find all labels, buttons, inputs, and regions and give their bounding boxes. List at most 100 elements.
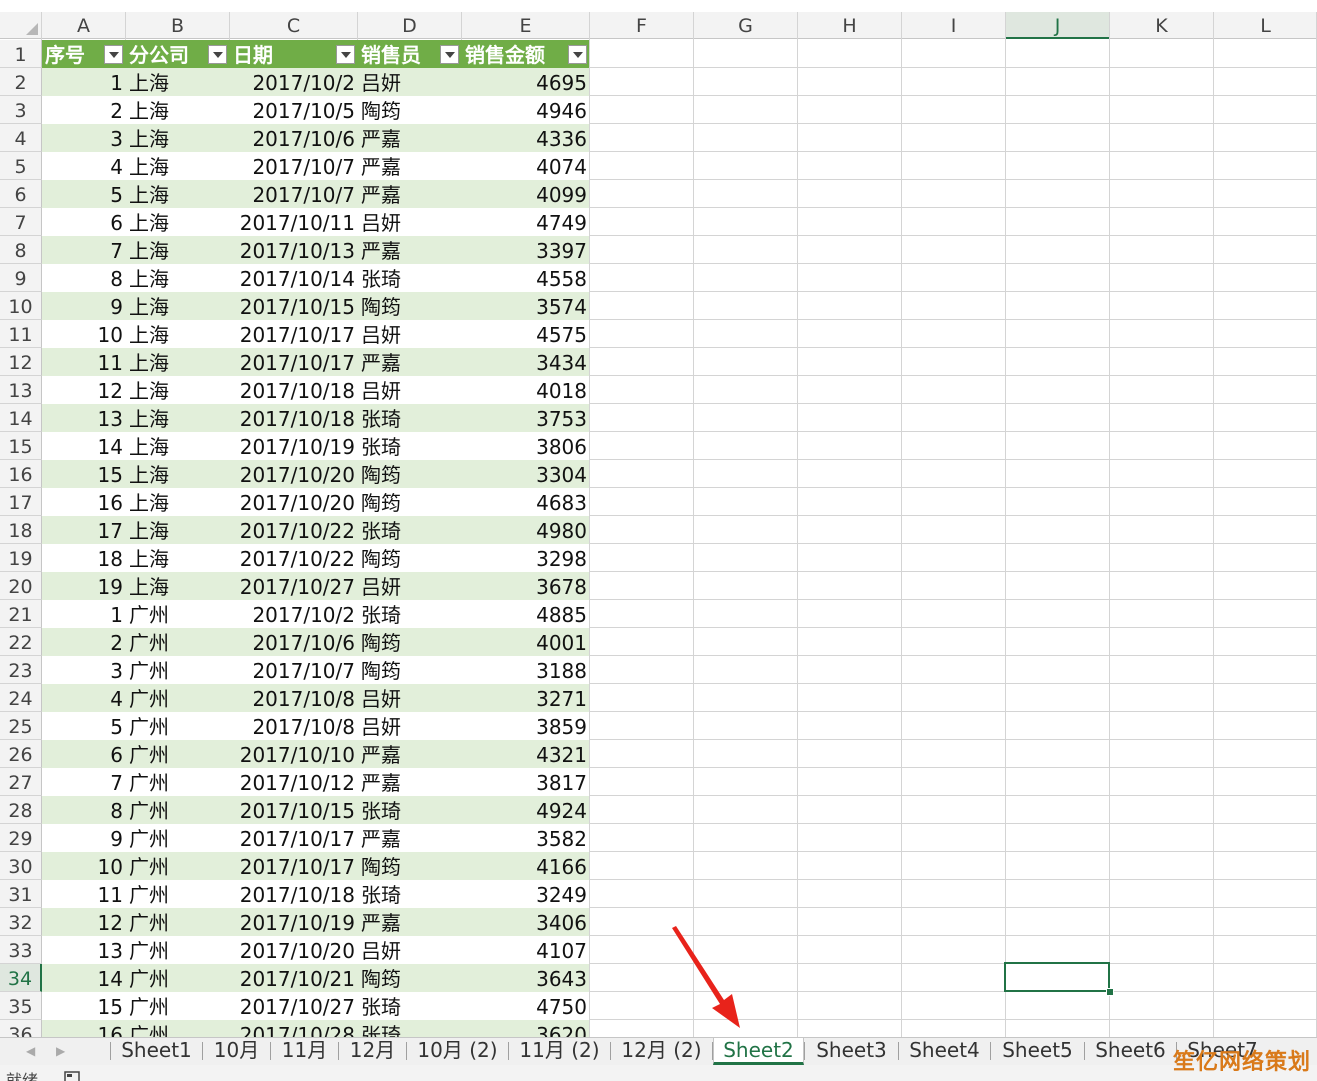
- table-cell[interactable]: 上海: [126, 320, 230, 348]
- table-cell[interactable]: 严嘉: [358, 348, 462, 376]
- row-header-34[interactable]: 34: [0, 964, 42, 992]
- table-cell[interactable]: 6: [42, 740, 126, 768]
- row-header-17[interactable]: 17: [0, 488, 42, 516]
- table-cell[interactable]: 2017/10/2: [230, 68, 358, 96]
- table-cell[interactable]: 上海: [126, 488, 230, 516]
- table-cell[interactable]: 2017/10/20: [230, 488, 358, 516]
- row-header-9[interactable]: 9: [0, 264, 42, 292]
- table-cell[interactable]: 吕妍: [358, 68, 462, 96]
- table-cell[interactable]: 广州: [126, 880, 230, 908]
- table-cell[interactable]: 吕妍: [358, 684, 462, 712]
- table-cell[interactable]: 2017/10/18: [230, 376, 358, 404]
- sheet-tab[interactable]: Sheet6: [1085, 1038, 1176, 1065]
- table-cell[interactable]: 严嘉: [358, 152, 462, 180]
- table-cell[interactable]: 陶筠: [358, 544, 462, 572]
- table-cell[interactable]: 3817: [462, 768, 590, 796]
- table-cell[interactable]: 陶筠: [358, 964, 462, 992]
- table-cell[interactable]: 3406: [462, 908, 590, 936]
- row-header-31[interactable]: 31: [0, 880, 42, 908]
- table-cell[interactable]: 2017/10/27: [230, 992, 358, 1020]
- table-cell[interactable]: 12: [42, 376, 126, 404]
- row-header-27[interactable]: 27: [0, 768, 42, 796]
- table-cell[interactable]: 2017/10/6: [230, 124, 358, 152]
- table-cell[interactable]: 2017/10/19: [230, 908, 358, 936]
- row-header-4[interactable]: 4: [0, 124, 42, 152]
- table-cell[interactable]: 广州: [126, 824, 230, 852]
- table-header-cell[interactable]: 销售员: [358, 40, 436, 68]
- next-sheet-icon[interactable]: ▶: [56, 1044, 65, 1058]
- table-cell[interactable]: 4: [42, 684, 126, 712]
- table-cell[interactable]: 张琦: [358, 516, 462, 544]
- table-cell[interactable]: 2017/10/22: [230, 544, 358, 572]
- table-cell[interactable]: 上海: [126, 124, 230, 152]
- table-cell[interactable]: 2: [42, 96, 126, 124]
- table-cell[interactable]: 1: [42, 600, 126, 628]
- table-cell[interactable]: 4980: [462, 516, 590, 544]
- row-header-25[interactable]: 25: [0, 712, 42, 740]
- table-cell[interactable]: 19: [42, 572, 126, 600]
- filter-dropdown-icon[interactable]: [440, 45, 459, 64]
- row-header-23[interactable]: 23: [0, 656, 42, 684]
- table-cell[interactable]: 5: [42, 712, 126, 740]
- table-cell[interactable]: 2017/10/8: [230, 712, 358, 740]
- table-cell[interactable]: 上海: [126, 180, 230, 208]
- macro-record-icon[interactable]: [64, 1071, 84, 1081]
- table-cell[interactable]: 5: [42, 180, 126, 208]
- column-header-I[interactable]: I: [902, 12, 1006, 39]
- table-cell[interactable]: 11: [42, 880, 126, 908]
- column-header-B[interactable]: B: [126, 12, 230, 39]
- table-cell[interactable]: 广州: [126, 936, 230, 964]
- table-cell[interactable]: 9: [42, 824, 126, 852]
- table-cell[interactable]: 3859: [462, 712, 590, 740]
- table-cell[interactable]: 严嘉: [358, 908, 462, 936]
- row-header-12[interactable]: 12: [0, 348, 42, 376]
- table-cell[interactable]: 吕妍: [358, 320, 462, 348]
- table-cell[interactable]: 3271: [462, 684, 590, 712]
- row-header-35[interactable]: 35: [0, 992, 42, 1020]
- table-cell[interactable]: 上海: [126, 376, 230, 404]
- table-cell[interactable]: 吕妍: [358, 936, 462, 964]
- column-header-E[interactable]: E: [462, 12, 590, 39]
- table-cell[interactable]: 陶筠: [358, 460, 462, 488]
- table-cell[interactable]: 2017/10/11: [230, 208, 358, 236]
- table-cell[interactable]: 4074: [462, 152, 590, 180]
- table-cell[interactable]: 上海: [126, 236, 230, 264]
- table-cell[interactable]: 8: [42, 264, 126, 292]
- table-cell[interactable]: 吕妍: [358, 208, 462, 236]
- table-cell[interactable]: 4099: [462, 180, 590, 208]
- table-cell[interactable]: 2017/10/15: [230, 292, 358, 320]
- table-cell[interactable]: 2017/10/20: [230, 460, 358, 488]
- row-header-30[interactable]: 30: [0, 852, 42, 880]
- table-cell[interactable]: 15: [42, 992, 126, 1020]
- table-cell[interactable]: 广州: [126, 684, 230, 712]
- table-cell[interactable]: 3806: [462, 432, 590, 460]
- table-cell[interactable]: 上海: [126, 572, 230, 600]
- sheet-tab[interactable]: 10月 (2): [407, 1038, 508, 1065]
- row-header-15[interactable]: 15: [0, 432, 42, 460]
- table-cell[interactable]: 2017/10/8: [230, 684, 358, 712]
- sheet-tab[interactable]: 12月 (2): [611, 1038, 712, 1065]
- table-cell[interactable]: 3298: [462, 544, 590, 572]
- table-cell[interactable]: 上海: [126, 404, 230, 432]
- table-cell[interactable]: 2017/10/20: [230, 936, 358, 964]
- table-cell[interactable]: 陶筠: [358, 292, 462, 320]
- row-header-33[interactable]: 33: [0, 936, 42, 964]
- table-cell[interactable]: 张琦: [358, 992, 462, 1020]
- table-cell[interactable]: 2017/10/10: [230, 740, 358, 768]
- table-cell[interactable]: 上海: [126, 96, 230, 124]
- table-cell[interactable]: 3574: [462, 292, 590, 320]
- table-cell[interactable]: 2017/10/17: [230, 348, 358, 376]
- column-header-D[interactable]: D: [358, 12, 462, 39]
- table-cell[interactable]: 陶筠: [358, 656, 462, 684]
- row-header-6[interactable]: 6: [0, 180, 42, 208]
- table-cell[interactable]: 4558: [462, 264, 590, 292]
- table-cell[interactable]: 4001: [462, 628, 590, 656]
- table-cell[interactable]: 3397: [462, 236, 590, 264]
- table-cell[interactable]: 2017/10/18: [230, 880, 358, 908]
- table-cell[interactable]: 3188: [462, 656, 590, 684]
- row-header-8[interactable]: 8: [0, 236, 42, 264]
- column-header-H[interactable]: H: [798, 12, 902, 39]
- table-header-cell[interactable]: 日期: [230, 40, 332, 68]
- filter-dropdown-icon[interactable]: [568, 45, 587, 64]
- table-cell[interactable]: 广州: [126, 908, 230, 936]
